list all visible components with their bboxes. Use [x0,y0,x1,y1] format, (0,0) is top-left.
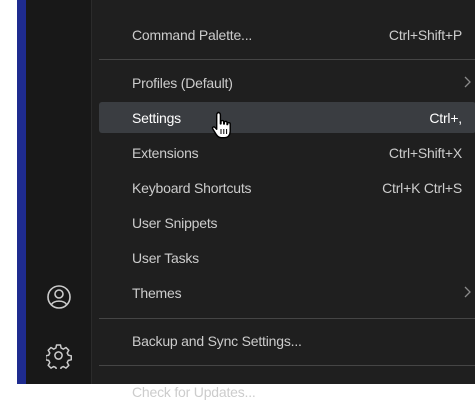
activity-bar [26,0,91,384]
menu-separator [99,59,475,60]
menu-item-label: Check for Updates... [132,383,256,400]
menu-item-shortcut: Ctrl+K Ctrl+S [382,179,462,196]
screenshot-stage: Command Palette... Ctrl+Shift+P Profiles… [0,0,475,411]
menu-item-keyboard-shortcuts[interactable]: Keyboard Shortcuts Ctrl+K Ctrl+S [99,172,475,203]
menu-item-label: Backup and Sync Settings... [132,332,302,349]
menu-item-label: User Tasks [132,249,199,266]
menu-item-label: Themes [132,284,182,301]
menu-item-check-updates[interactable]: Check for Updates... [99,376,475,407]
menu-item-backup-sync[interactable]: Backup and Sync Settings... [99,325,475,356]
menu-item-extensions[interactable]: Extensions Ctrl+Shift+X [99,137,475,168]
menu-item-label: Command Palette... [132,26,253,43]
menu-item-user-snippets[interactable]: User Snippets [99,207,475,238]
menu-item-label: Extensions [132,144,199,161]
menu-item-label: Settings [132,109,181,126]
manage-gear-icon[interactable] [44,341,74,371]
menu-item-shortcut: Ctrl+, [429,109,462,126]
menu-item-label: User Snippets [132,214,218,231]
hand-pointer-cursor-icon [211,111,231,139]
menu-item-shortcut: Ctrl+Shift+X [388,144,462,161]
chevron-right-icon [464,76,471,88]
menu-item-command-palette[interactable]: Command Palette... Ctrl+Shift+P [99,19,475,50]
account-icon[interactable] [44,282,74,312]
menu-item-settings[interactable]: Settings Ctrl+, [99,102,475,133]
menu-item-shortcut: Ctrl+Shift+P [388,26,462,43]
menu-item-profiles[interactable]: Profiles (Default) [99,67,475,98]
menu-item-label: Profiles (Default) [132,74,233,91]
menu-separator [99,365,475,366]
menu-separator [99,318,475,319]
menu-item-themes[interactable]: Themes [99,277,475,308]
chevron-right-icon [464,286,471,298]
menu-item-user-tasks[interactable]: User Tasks [99,242,475,273]
manage-menu: Command Palette... Ctrl+Shift+P Profiles… [91,0,475,400]
menu-item-label: Keyboard Shortcuts [132,179,252,196]
